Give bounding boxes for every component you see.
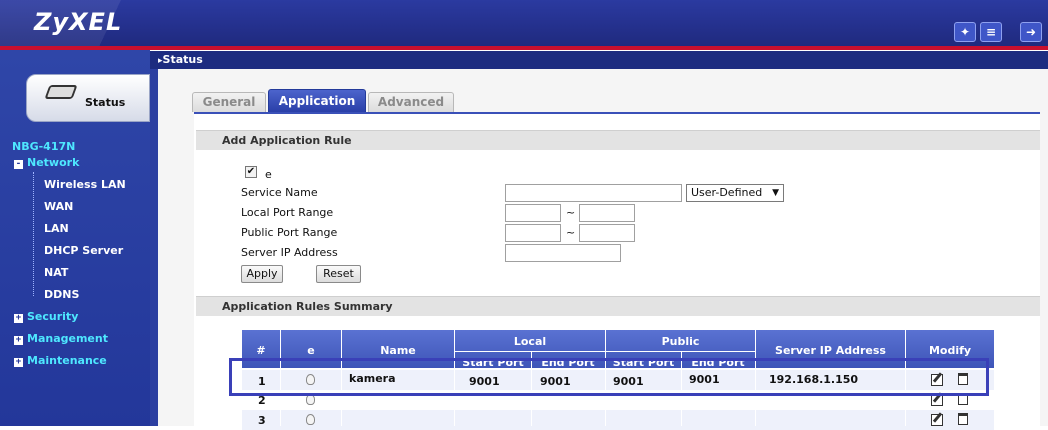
col-server-ip: Server IP Address (775, 344, 886, 357)
col-modify: Modify (928, 344, 972, 357)
help-icon[interactable]: ≡ (980, 22, 1002, 42)
enable-checkbox[interactable]: ✔ (245, 166, 257, 178)
public-start-port-input[interactable] (505, 224, 561, 242)
nav-lan[interactable]: LAN (44, 222, 69, 235)
expand-icon[interactable]: + (14, 314, 23, 323)
nav-management-label: Management (27, 332, 108, 345)
nav-wan[interactable]: WAN (44, 200, 73, 213)
tab-advanced[interactable]: Advanced (368, 92, 454, 112)
edit-icon[interactable] (931, 414, 943, 426)
reset-button[interactable]: Reset (316, 265, 361, 283)
top-header: ZyXEL ✦ ≡ ➜ (0, 0, 1048, 50)
public-range-separator: ~ (566, 226, 576, 239)
table-row (242, 410, 994, 430)
lightbulb-icon (306, 414, 315, 425)
status-tab[interactable]: Status (26, 74, 150, 122)
col-enable: e (307, 344, 315, 357)
summary-header: Application Rules Summary (196, 296, 1040, 316)
nav-ddns[interactable]: DDNS (44, 288, 79, 301)
router-icon (44, 85, 78, 99)
nav-management[interactable]: + Management (14, 332, 108, 345)
col-name: Name (380, 344, 416, 357)
apply-button[interactable]: Apply (241, 265, 283, 283)
local-end-port-input[interactable] (579, 204, 635, 222)
col-public: Public (661, 335, 700, 348)
nav-network-label: Network (27, 156, 80, 169)
dropdown-arrow-icon: ▼ (772, 188, 779, 198)
local-range-separator: ~ (566, 206, 576, 219)
wizard-icon[interactable]: ✦ (954, 22, 976, 42)
page-title: Status (158, 53, 203, 66)
local-start-port-input[interactable] (505, 204, 561, 222)
logout-icon[interactable]: ➜ (1020, 22, 1042, 42)
service-name-input[interactable] (505, 184, 682, 202)
server-ip-label: Server IP Address (241, 246, 338, 259)
collapse-icon[interactable]: - (14, 160, 23, 169)
add-rule-title: Add Application Rule (222, 134, 352, 147)
summary-title: Application Rules Summary (222, 300, 393, 313)
add-rule-header: Add Application Rule (196, 130, 1040, 150)
public-port-range-label: Public Port Range (241, 226, 338, 239)
row3-num: 3 (258, 414, 266, 427)
nav-dhcp-server[interactable]: DHCP Server (44, 244, 123, 257)
service-type-select[interactable]: User-Defined ▼ (686, 184, 784, 202)
header-stripe (0, 46, 1048, 50)
nav-security[interactable]: + Security (14, 310, 78, 323)
zyxel-logo: ZyXEL (34, 8, 123, 36)
nav-nat[interactable]: NAT (44, 266, 68, 279)
expand-icon[interactable]: + (14, 358, 23, 367)
nav-security-label: Security (27, 310, 79, 323)
content-gutter (150, 69, 158, 426)
row-highlight-frame (229, 358, 989, 396)
tab-general[interactable]: General (192, 92, 266, 112)
nav-tree-line (33, 172, 34, 296)
nav-network[interactable]: - Network (14, 156, 79, 169)
col-local: Local (513, 335, 547, 348)
enable-label: e (265, 168, 272, 181)
service-type-value: User-Defined (691, 186, 763, 199)
page-title-bar: Status (150, 51, 1048, 69)
tab-application[interactable]: Application (268, 89, 366, 112)
service-name-label: Service Name (241, 186, 318, 199)
trash-icon[interactable] (958, 413, 968, 425)
device-model: NBG-417N (12, 140, 76, 153)
nav-maintenance-label: Maintenance (27, 354, 107, 367)
local-port-range-label: Local Port Range (241, 206, 334, 219)
col-num: # (256, 344, 266, 357)
server-ip-input[interactable] (505, 244, 621, 262)
public-end-port-input[interactable] (579, 224, 635, 242)
expand-icon[interactable]: + (14, 336, 23, 345)
status-tab-label: Status (85, 96, 126, 109)
nav-wireless-lan[interactable]: Wireless LAN (44, 178, 126, 191)
nav-maintenance[interactable]: + Maintenance (14, 354, 107, 367)
